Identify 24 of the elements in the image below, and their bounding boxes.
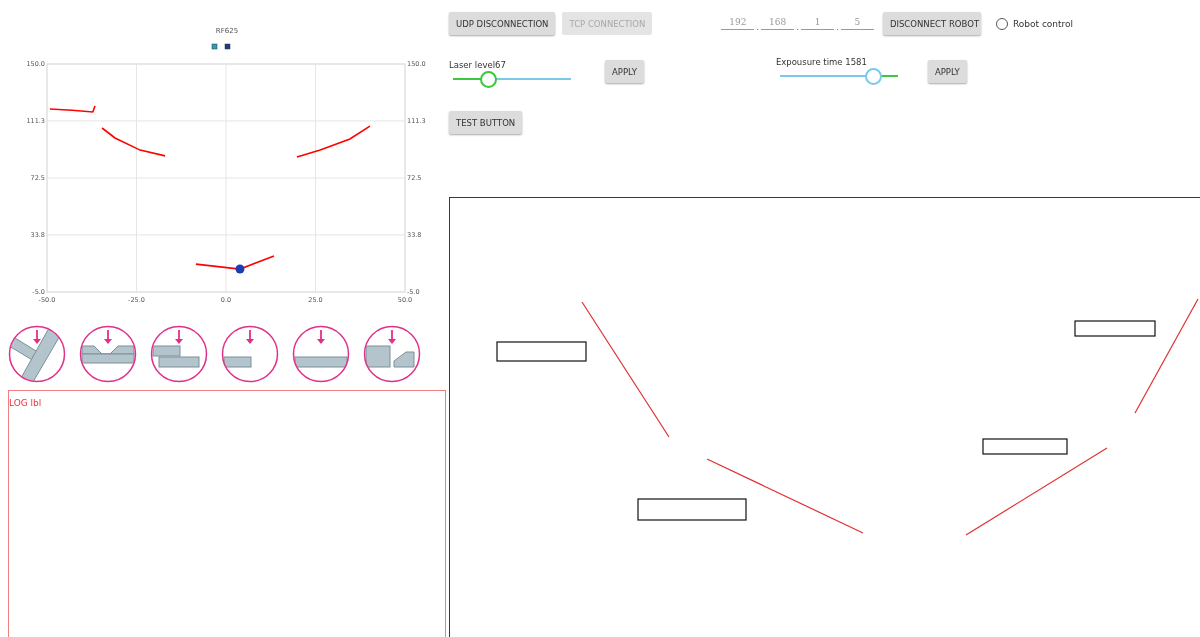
- weld-joint-icon[interactable]: [292, 325, 350, 383]
- data-line: [49, 105, 96, 113]
- log-label: LOG lbl: [9, 398, 42, 408]
- radio-button[interactable]: [995, 17, 1008, 30]
- disconnect-robot-button[interactable]: DISCONNECT ROBOT: [882, 12, 981, 35]
- weld-joint-icon[interactable]: [221, 325, 279, 383]
- data-line: [101, 127, 166, 157]
- test-button[interactable]: TEST BUTTON: [449, 111, 523, 134]
- slider-label: Laser level67: [449, 60, 507, 70]
- weld-joint-icon[interactable]: [363, 325, 421, 383]
- ip-dot: .: [836, 21, 839, 32]
- data-point: [235, 264, 245, 274]
- apply-button[interactable]: APPLY: [927, 60, 967, 83]
- radio-label: Robot control: [1012, 18, 1074, 29]
- ip-dot: .: [756, 21, 760, 32]
- slider-thumb[interactable]: [480, 71, 498, 88]
- weld-joint-icon[interactable]: [79, 325, 137, 383]
- weld-joint-icon[interactable]: [8, 325, 66, 383]
- slider-thumb[interactable]: [865, 68, 883, 85]
- weld-joint-icon[interactable]: [150, 325, 208, 383]
- slider-label: Expousure time 1581: [775, 57, 868, 67]
- connection-button[interactable]: UDP DISCONNECTION: [449, 12, 556, 35]
- ip-dot: .: [796, 21, 800, 32]
- apply-button[interactable]: APPLY: [605, 60, 644, 83]
